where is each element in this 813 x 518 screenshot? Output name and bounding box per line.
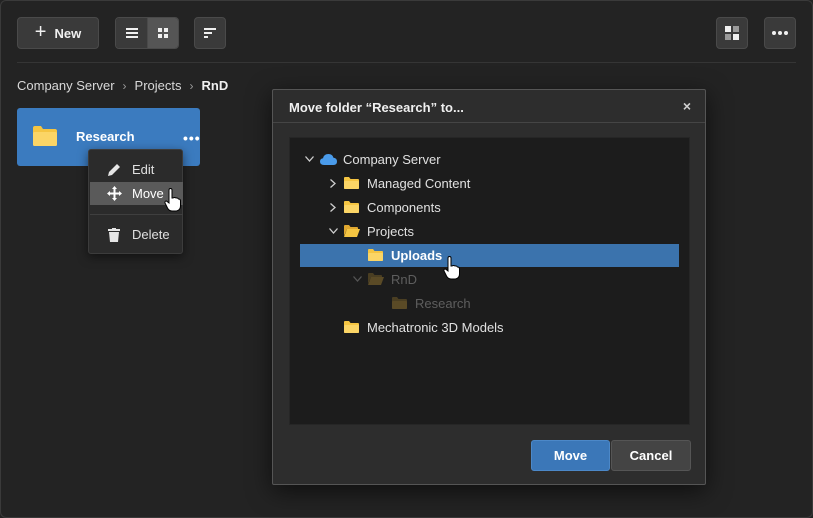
move-button[interactable]: Move — [531, 440, 610, 471]
menu-divider — [90, 214, 183, 215]
folder-more-button[interactable]: ••• — [183, 130, 201, 146]
more-options-button[interactable] — [764, 17, 796, 49]
tree-item-mechatronic-3d-models[interactable]: Mechatronic 3D Models — [300, 316, 679, 339]
tree-item-uploads[interactable]: Uploads — [300, 244, 679, 267]
menu-item-label: Move — [132, 186, 164, 201]
folder-icon — [344, 201, 359, 213]
move-folder-dialog: Move folder “Research” to... × Company S… — [272, 89, 706, 485]
tree-item-company-server[interactable]: Company Server — [300, 148, 679, 171]
folder-icon — [344, 321, 359, 333]
menu-item-edit[interactable]: Edit — [90, 158, 183, 181]
folder-icon — [344, 177, 359, 189]
cancel-button[interactable]: Cancel — [611, 440, 691, 471]
chevron-down-icon[interactable] — [328, 226, 338, 236]
menu-item-label: Edit — [132, 162, 155, 177]
chevron-down-icon — [352, 274, 362, 284]
list-view-icon — [125, 28, 138, 38]
breadcrumb-item[interactable]: Company Server — [17, 78, 115, 93]
more-icon — [772, 31, 788, 35]
chevron-right-icon[interactable] — [328, 202, 338, 212]
hand-cursor-icon — [443, 256, 460, 280]
toolbar-divider — [17, 62, 796, 63]
tree-item-label: Mechatronic 3D Models — [367, 320, 504, 335]
tree-item-projects[interactable]: Projects — [300, 220, 679, 243]
tree-item-label: RnD — [391, 272, 418, 287]
menu-item-delete[interactable]: Delete — [90, 223, 183, 246]
folder-tree: Company Server Managed Content Component… — [289, 137, 690, 425]
tree-item-label: Company Server — [343, 152, 441, 167]
folder-icon — [392, 297, 407, 309]
breadcrumb: Company Server › Projects › RnD — [17, 78, 228, 93]
menu-item-label: Delete — [132, 227, 170, 242]
folder-icon — [368, 249, 383, 261]
grid-view-icon — [157, 27, 168, 38]
dialog-title-divider — [273, 122, 705, 123]
tree-item-label: Uploads — [391, 248, 443, 263]
chevron-right-icon: › — [189, 78, 194, 93]
folder-icon — [33, 126, 57, 146]
grid-view-button[interactable] — [147, 18, 178, 48]
sort-button[interactable] — [194, 17, 226, 49]
new-button[interactable]: + New — [17, 17, 99, 49]
move-icon — [106, 186, 122, 202]
list-view-button[interactable] — [116, 18, 147, 48]
tree-item-label: Components — [367, 200, 441, 215]
layout-icon — [725, 26, 739, 40]
dialog-title: Move folder “Research” to... — [289, 100, 464, 115]
new-button-label: New — [54, 25, 82, 41]
folder-open-icon — [368, 273, 384, 285]
plus-icon: + — [34, 21, 47, 43]
chevron-right-icon: › — [122, 78, 127, 93]
breadcrumb-current: RnD — [201, 78, 229, 93]
tree-item-rnd: RnD — [300, 268, 679, 291]
chevron-down-icon[interactable] — [304, 154, 314, 164]
tree-item-components[interactable]: Components — [300, 196, 679, 219]
layout-button[interactable] — [716, 17, 748, 49]
tree-item-managed-content[interactable]: Managed Content — [300, 172, 679, 195]
sort-icon — [204, 28, 216, 38]
folder-name: Research — [76, 129, 135, 144]
folder-open-icon — [344, 225, 360, 237]
cloud-icon — [320, 154, 337, 165]
tree-item-label: Projects — [367, 224, 414, 239]
tree-item-label: Research — [415, 296, 471, 311]
tree-item-label: Managed Content — [367, 176, 471, 191]
hand-cursor-icon — [164, 188, 181, 212]
tree-item-research: Research — [300, 292, 679, 315]
breadcrumb-item[interactable]: Projects — [135, 78, 182, 93]
pencil-icon — [106, 162, 122, 178]
close-icon[interactable]: × — [683, 98, 691, 114]
chevron-right-icon[interactable] — [328, 178, 338, 188]
view-toggle — [115, 17, 179, 49]
trash-icon — [106, 227, 122, 243]
